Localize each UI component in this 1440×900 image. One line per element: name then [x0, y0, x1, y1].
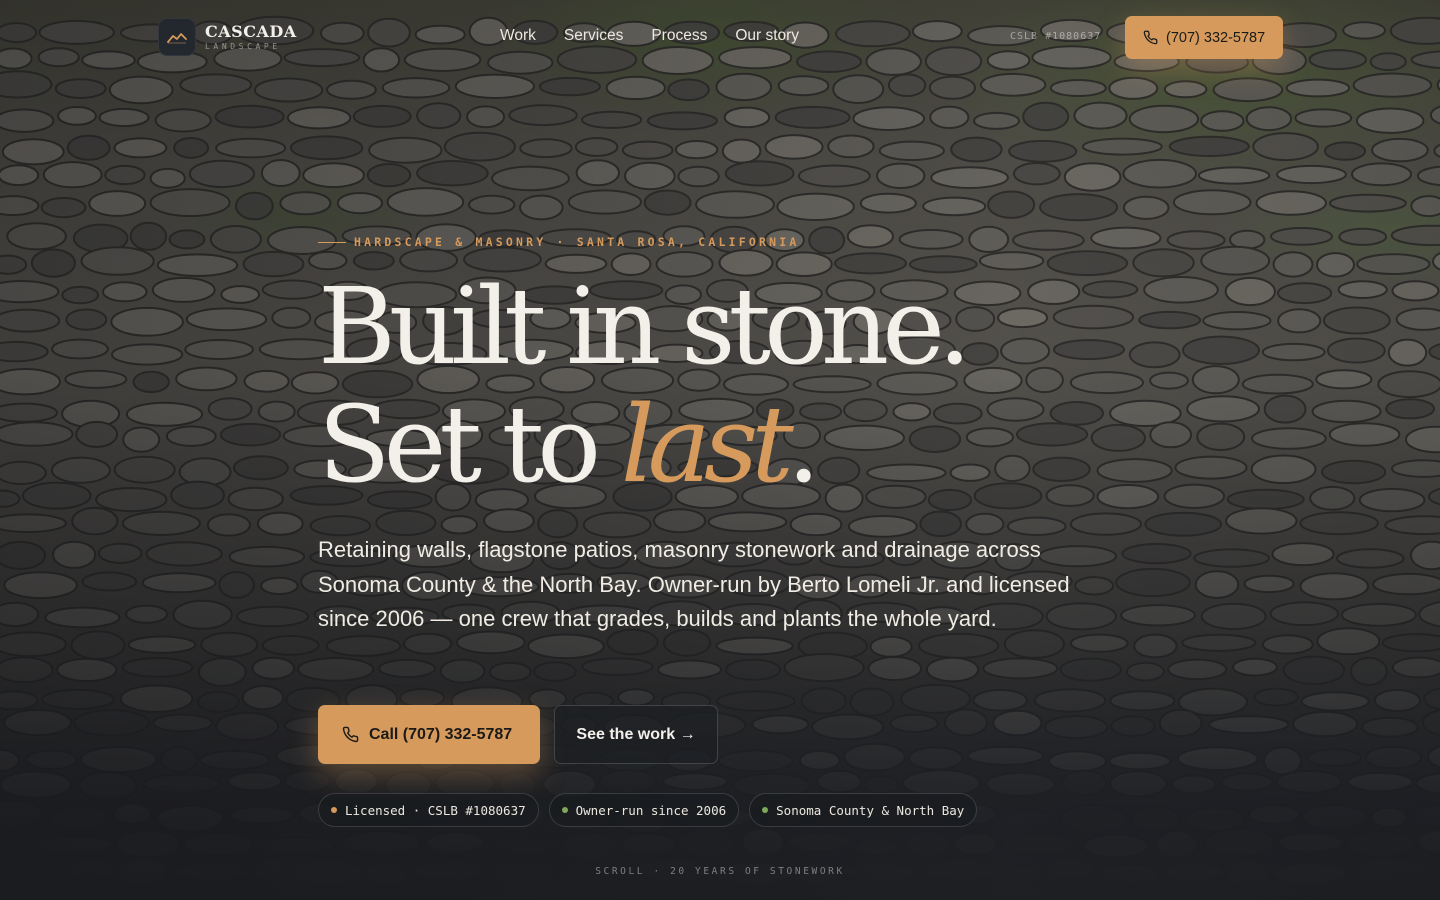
badge-label: Owner-run since 2006 — [575, 802, 727, 818]
badge-owner-run: Owner-run since 2006 — [548, 793, 740, 827]
header-call-label: (707) 332-5787 — [1166, 29, 1266, 46]
nav-link-services[interactable]: Services — [564, 27, 623, 45]
brand-text: CASCADA LANDSCAPE — [205, 21, 297, 51]
badge-licensed: Licensed · CSLB #1080637 — [318, 793, 539, 827]
headline-line-2: Set to last. — [318, 386, 965, 504]
header-call-button[interactable]: (707) 332-5787 — [1125, 16, 1283, 59]
hero-call-button[interactable]: Call (707) 332-5787 — [318, 705, 540, 764]
headline-line-2-end: . — [786, 383, 821, 506]
site-header: CASCADA LANDSCAPE Work Services Process … — [0, 0, 1440, 76]
brand-name: CASCADA — [205, 21, 297, 41]
badge-label: Licensed · CSLB #1080637 — [345, 802, 526, 818]
brand-logo-link[interactable]: CASCADA LANDSCAPE — [158, 18, 297, 56]
hero-eyebrow: HARDSCAPE & MASONRY · SANTA ROSA, CALIFO… — [318, 235, 799, 249]
badge-service-area: Sonoma County & North Bay — [749, 793, 978, 827]
badge-label: Sonoma County & North Bay — [776, 802, 965, 818]
brand-tagline: LANDSCAPE — [205, 41, 281, 51]
phone-icon — [1143, 30, 1158, 45]
main-nav: Work Services Process Our story — [500, 27, 799, 45]
nav-link-work[interactable]: Work — [500, 27, 536, 45]
headline-accent: last — [620, 383, 794, 506]
eyebrow-rule — [318, 241, 346, 243]
license-number: CSLB #1080637 — [1010, 31, 1102, 42]
scroll-hint: SCROLL · 20 YEARS OF STONEWORK — [595, 866, 845, 877]
hero-headline: Built in stone. Set to last. — [318, 265, 972, 504]
hero-call-label: Call (707) 332-5787 — [369, 725, 513, 743]
headline-line-2-start: Set to — [318, 383, 621, 506]
hero-description: Retaining walls, flagstone patios, mason… — [318, 537, 1070, 631]
mountain-chart-icon — [158, 18, 196, 56]
headline-line-1: Built in stone. — [318, 265, 972, 388]
trust-badges: Licensed · CSLB #1080637 Owner-run since… — [318, 793, 978, 827]
nav-link-our-story[interactable]: Our story — [735, 27, 799, 45]
badge-dot — [331, 807, 337, 813]
see-the-work-button[interactable]: See the work → — [554, 705, 718, 764]
hero-section: CASCADA LANDSCAPE Work Services Process … — [0, 0, 1440, 900]
badge-dot — [762, 807, 769, 813]
nav-link-process[interactable]: Process — [651, 27, 707, 45]
badge-dot — [561, 807, 568, 813]
phone-icon — [342, 726, 359, 743]
eyebrow-text: HARDSCAPE & MASONRY · SANTA ROSA, CALIFO… — [354, 235, 800, 249]
